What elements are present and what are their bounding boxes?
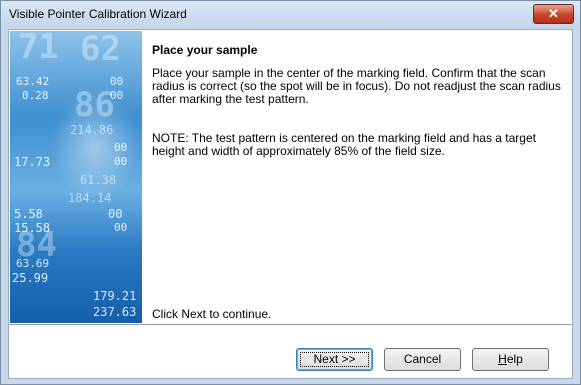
image-number: 17.73 xyxy=(14,155,51,169)
image-number: 00 xyxy=(114,221,128,234)
help-button-mnemonic: H xyxy=(498,352,507,366)
image-number: 86 xyxy=(74,85,115,125)
image-number: 62 xyxy=(80,31,121,69)
page-title: Place your sample xyxy=(152,43,258,57)
help-button-label: elp xyxy=(506,352,523,366)
close-icon: ✕ xyxy=(548,6,559,21)
image-number: 0.28 xyxy=(22,89,49,102)
close-button[interactable]: ✕ xyxy=(533,4,574,24)
title-bar[interactable]: Visible Pointer Calibration Wizard ✕ xyxy=(1,1,580,28)
image-number: 71 xyxy=(18,31,59,67)
image-number: 00 xyxy=(114,155,128,168)
note-text: NOTE: The test pattern is centered on th… xyxy=(152,131,536,158)
wizard-window: Visible Pointer Calibration Wizard ✕ 71 … xyxy=(0,0,581,385)
wizard-client-area: 71 62 63.42 00 0.28 00 86 214.86 00 17.7… xyxy=(8,29,573,379)
image-number: 63.69 xyxy=(16,257,50,270)
image-number: 179.21 xyxy=(93,289,137,303)
wizard-side-image: 71 62 63.42 00 0.28 00 86 214.86 00 17.7… xyxy=(10,31,142,323)
image-number: 184.14 xyxy=(68,191,112,205)
cancel-button-label: Cancel xyxy=(403,352,442,366)
focus-rect xyxy=(300,352,369,367)
image-number: 63.42 xyxy=(16,75,50,88)
cancel-button[interactable]: Cancel xyxy=(384,348,461,371)
image-number: 25.99 xyxy=(12,271,49,285)
button-divider xyxy=(9,324,572,325)
image-number: 5.58 xyxy=(14,207,43,221)
image-number: 61.38 xyxy=(80,173,117,187)
image-number: 237.63 xyxy=(93,305,137,319)
image-number: 00 xyxy=(108,207,123,221)
next-button[interactable]: Next >> xyxy=(296,348,373,371)
image-number: 00 xyxy=(114,141,128,154)
instructions-text: Place your sample in the center of the m… xyxy=(152,66,561,106)
window-title: Visible Pointer Calibration Wizard xyxy=(9,7,187,21)
continue-hint: Click Next to continue. xyxy=(152,307,272,321)
image-number: 214.86 xyxy=(70,123,114,137)
help-button[interactable]: Help xyxy=(472,348,549,371)
